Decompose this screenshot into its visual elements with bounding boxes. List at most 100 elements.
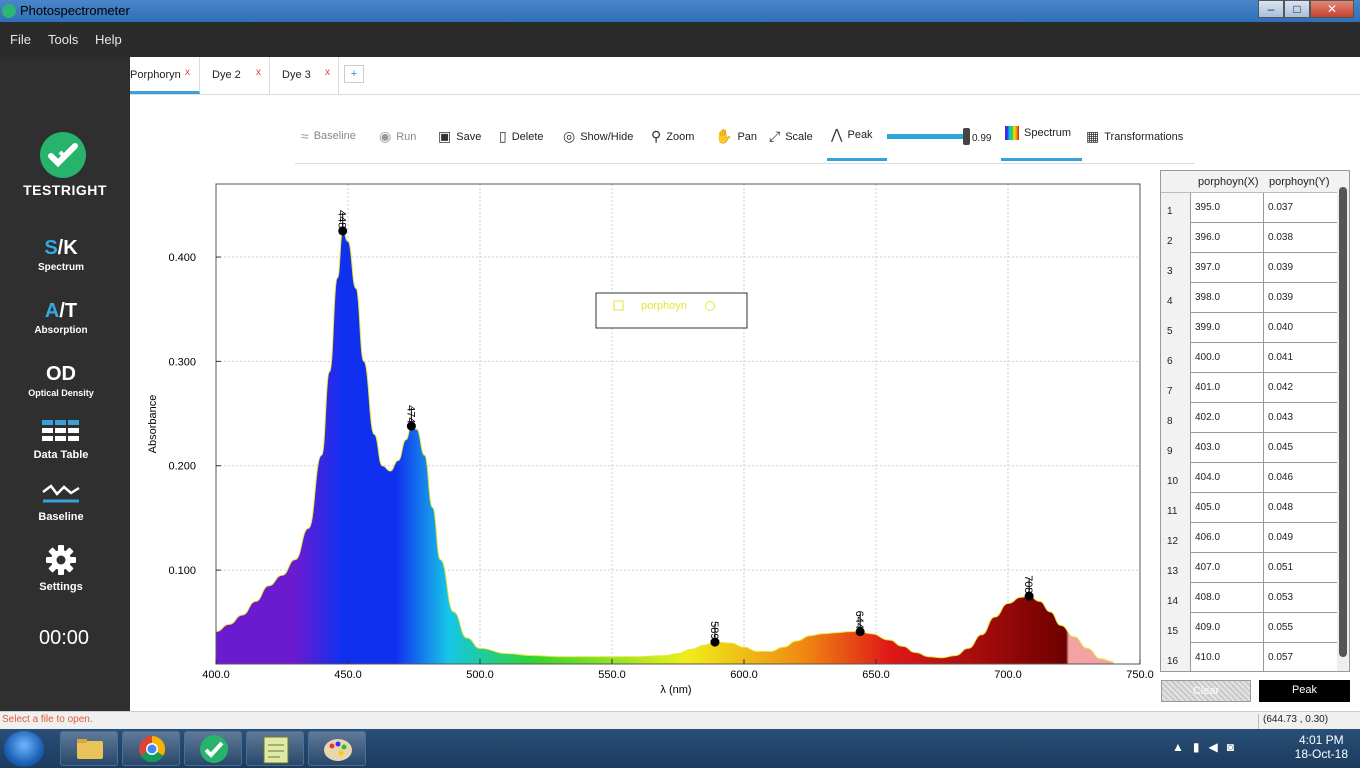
- cell-y[interactable]: 0.040: [1265, 313, 1337, 343]
- taskbar-notepad[interactable]: [246, 731, 304, 766]
- table-row[interactable]: 13 407.0 0.051: [1161, 553, 1337, 583]
- table-row[interactable]: 12 406.0 0.049: [1161, 523, 1337, 553]
- nav-data-table[interactable]: Data Table: [0, 420, 122, 461]
- spectrum-button[interactable]: Spectrum: [1005, 126, 1071, 140]
- menu-bar: File Tools Help: [0, 22, 1360, 57]
- row-index: 6: [1161, 343, 1191, 373]
- table-row[interactable]: 6 400.0 0.041: [1161, 343, 1337, 373]
- table-row[interactable]: 2 396.0 0.038: [1161, 223, 1337, 253]
- cell-x[interactable]: 408.0: [1192, 583, 1264, 613]
- cell-y[interactable]: 0.041: [1265, 343, 1337, 373]
- cell-y[interactable]: 0.042: [1265, 373, 1337, 403]
- taskbar-explorer[interactable]: [60, 731, 118, 766]
- slider-handle[interactable]: [963, 128, 970, 145]
- table-row[interactable]: 15 409.0 0.055: [1161, 613, 1337, 643]
- col-header-x[interactable]: porphoyn(X): [1198, 176, 1259, 188]
- nav-spectrum[interactable]: S/K Spectrum: [0, 237, 122, 273]
- cell-x[interactable]: 402.0: [1192, 403, 1264, 433]
- scale-button[interactable]: ⤢ Scale: [769, 128, 813, 145]
- tab-close-icon[interactable]: x: [185, 67, 190, 78]
- peak-threshold-slider[interactable]: [887, 128, 970, 145]
- peak-table-button[interactable]: Peak: [1259, 680, 1350, 702]
- table-row[interactable]: 14 408.0 0.053: [1161, 583, 1337, 613]
- table-row[interactable]: 4 398.0 0.039: [1161, 283, 1337, 313]
- menu-file[interactable]: File: [10, 32, 31, 47]
- cell-x[interactable]: 404.0: [1192, 463, 1264, 493]
- save-button[interactable]: ▣ Save: [438, 128, 481, 145]
- cell-x[interactable]: 405.0: [1192, 493, 1264, 523]
- peak-button[interactable]: ⋀ Peak: [831, 126, 873, 143]
- start-button[interactable]: [4, 731, 44, 767]
- cell-x[interactable]: 400.0: [1192, 343, 1264, 373]
- cell-y[interactable]: 0.057: [1265, 643, 1337, 671]
- cell-x[interactable]: 407.0: [1192, 553, 1264, 583]
- taskbar-photospectrometer[interactable]: [184, 731, 242, 766]
- cell-x[interactable]: 410.0: [1192, 643, 1264, 671]
- show-hide-button[interactable]: ◎ Show/Hide: [563, 128, 633, 145]
- cell-x[interactable]: 406.0: [1192, 523, 1264, 553]
- spectrum-chart[interactable]: 400.0 450.0 500.0 550.0 600.0 650.0 700.0 750.0…: [138, 170, 1158, 710]
- nav-settings[interactable]: Settings: [0, 544, 122, 593]
- menu-help[interactable]: Help: [95, 32, 122, 47]
- zoom-button[interactable]: ⚲ Zoom: [651, 128, 694, 145]
- tab-close-icon[interactable]: x: [256, 67, 261, 78]
- cell-y[interactable]: 0.049: [1265, 523, 1337, 553]
- nav-optical-density[interactable]: OD Optical Density: [0, 363, 122, 398]
- menu-tools[interactable]: Tools: [48, 32, 78, 47]
- close-window-button[interactable]: ✕: [1310, 0, 1354, 18]
- baseline-button[interactable]: ≈ Baseline: [301, 128, 356, 144]
- cell-y[interactable]: 0.039: [1265, 283, 1337, 313]
- cell-y[interactable]: 0.038: [1265, 223, 1337, 253]
- cell-y[interactable]: 0.051: [1265, 553, 1337, 583]
- cell-y[interactable]: 0.039: [1265, 253, 1337, 283]
- cell-x[interactable]: 409.0: [1192, 613, 1264, 643]
- cell-y[interactable]: 0.046: [1265, 463, 1337, 493]
- cell-x[interactable]: 395.0: [1192, 193, 1264, 223]
- taskbar-chrome[interactable]: [122, 731, 180, 766]
- add-tab-button[interactable]: +: [344, 65, 364, 83]
- tab-dye-2[interactable]: Dye 2 x: [200, 57, 270, 94]
- cell-y[interactable]: 0.048: [1265, 493, 1337, 523]
- cell-y[interactable]: 0.055: [1265, 613, 1337, 643]
- cell-x[interactable]: 398.0: [1192, 283, 1264, 313]
- cell-y[interactable]: 0.043: [1265, 403, 1337, 433]
- table-row[interactable]: 3 397.0 0.039: [1161, 253, 1337, 283]
- table-row[interactable]: 10 404.0 0.046: [1161, 463, 1337, 493]
- scrollbar-thumb[interactable]: [1339, 187, 1347, 657]
- chart-svg[interactable]: 400.0 450.0 500.0 550.0 600.0 650.0 700.0 750.0…: [138, 170, 1158, 710]
- cell-x[interactable]: 397.0: [1192, 253, 1264, 283]
- table-row[interactable]: 9 403.0 0.045: [1161, 433, 1337, 463]
- run-button[interactable]: ◉ Run: [379, 128, 416, 145]
- table-row[interactable]: 1 395.0 0.037: [1161, 193, 1337, 223]
- delete-button[interactable]: ▯ Delete: [499, 128, 544, 145]
- cell-y[interactable]: 0.045: [1265, 433, 1337, 463]
- cell-y[interactable]: 0.053: [1265, 583, 1337, 613]
- table-scrollbar[interactable]: [1337, 187, 1349, 671]
- cell-x[interactable]: 401.0: [1192, 373, 1264, 403]
- data-table[interactable]: porphoyn(X) porphoyn(Y) 1 395.0 0.037 2 396.…: [1160, 170, 1350, 672]
- cell-x[interactable]: 403.0: [1192, 433, 1264, 463]
- pan-button[interactable]: ✋ Pan: [715, 128, 757, 145]
- tab-close-icon[interactable]: x: [325, 67, 330, 78]
- table-row[interactable]: 16 410.0 0.057: [1161, 643, 1337, 671]
- system-clock[interactable]: 4:01 PM 18-Oct-18: [1295, 733, 1348, 761]
- minimize-button[interactable]: –: [1258, 0, 1284, 18]
- table-row[interactable]: 5 399.0 0.040: [1161, 313, 1337, 343]
- transformations-button[interactable]: ▦ Transformations: [1086, 128, 1183, 145]
- tab-porphoryn[interactable]: Porphoryn x: [130, 57, 200, 94]
- col-header-y[interactable]: porphoyn(Y): [1269, 176, 1330, 188]
- cell-y[interactable]: 0.037: [1265, 193, 1337, 223]
- system-tray-icons[interactable]: ▲▮◀◙: [1172, 740, 1243, 754]
- clear-button[interactable]: Clear: [1161, 680, 1251, 702]
- maximize-button[interactable]: □: [1284, 0, 1310, 18]
- table-row[interactable]: 7 401.0 0.042: [1161, 373, 1337, 403]
- table-row[interactable]: 11 405.0 0.048: [1161, 493, 1337, 523]
- cell-x[interactable]: 399.0: [1192, 313, 1264, 343]
- table-row[interactable]: 8 402.0 0.043: [1161, 403, 1337, 433]
- nav-absorption[interactable]: A/T Absorption: [0, 300, 122, 336]
- taskbar-paint[interactable]: [308, 731, 366, 766]
- nav-baseline[interactable]: Baseline: [0, 482, 122, 523]
- x-tick-label: 500.0: [466, 669, 494, 681]
- cell-x[interactable]: 396.0: [1192, 223, 1264, 253]
- tab-dye-3[interactable]: Dye 3 x: [270, 57, 339, 94]
